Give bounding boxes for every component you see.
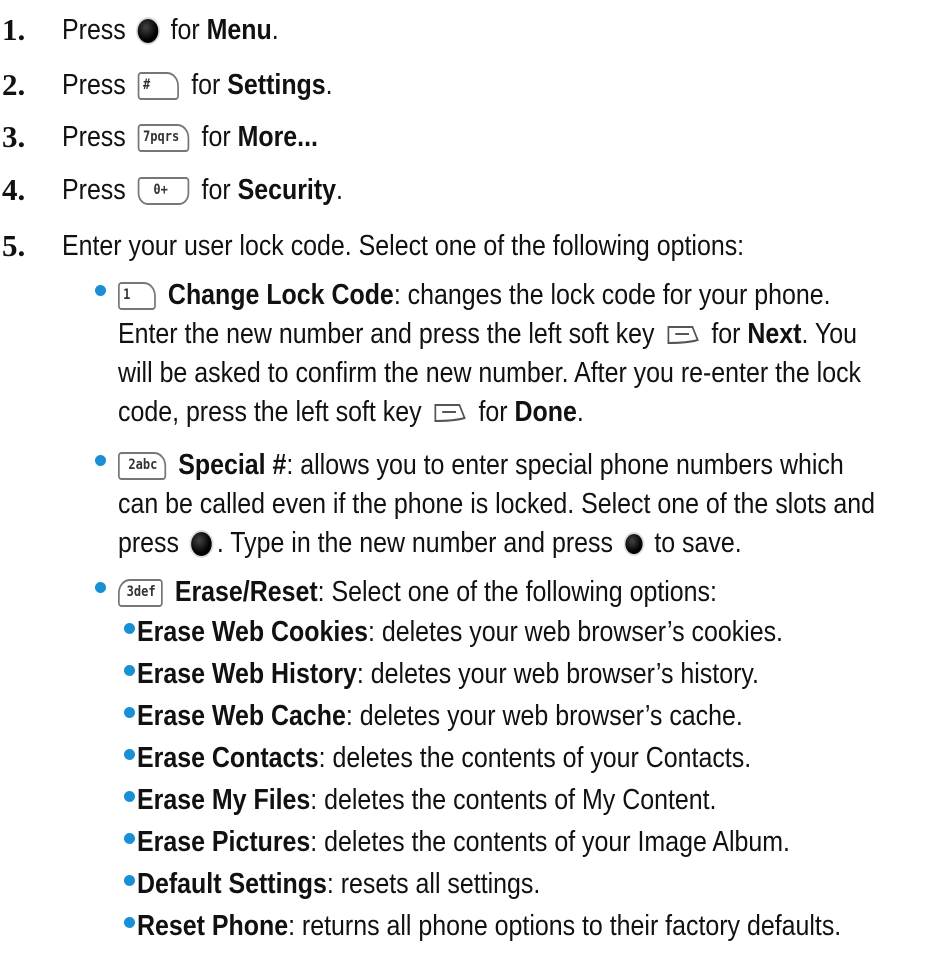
step-3: Press 7pqrs for More... bbox=[62, 121, 318, 153]
two-key-icon: 2abc bbox=[118, 452, 167, 481]
bullet bbox=[95, 455, 106, 466]
erase-option: Default Settings: resets all settings. bbox=[137, 868, 541, 900]
option-erase-reset: 3def Erase/Reset: Select one of the foll… bbox=[118, 572, 717, 612]
erase-option: Erase Contacts: deletes the contents of … bbox=[137, 742, 752, 774]
step-number: 2. bbox=[2, 67, 26, 102]
manual-page: 1. Press for Menu. 2. Press # for Settin… bbox=[0, 0, 950, 972]
sub-bullet bbox=[124, 749, 135, 760]
step-target: More... bbox=[237, 121, 318, 153]
step-target: Settings bbox=[227, 69, 326, 101]
three-key-icon: 3def bbox=[118, 579, 163, 608]
option-text: code, press the left soft key for Done. bbox=[118, 396, 584, 428]
ok-button-icon bbox=[191, 532, 212, 557]
option-text: will be asked to confirm the new number.… bbox=[118, 357, 862, 389]
erase-option: Erase Web Cache: deletes your web browse… bbox=[137, 700, 743, 732]
option-change-lock-code: 1 Change Lock Code: changes the lock cod… bbox=[118, 275, 831, 315]
step-2: Press # for Settings. bbox=[62, 69, 333, 101]
seven-key-icon: 7pqrs bbox=[137, 124, 190, 153]
erase-option: Erase Web Cookies: deletes your web brow… bbox=[137, 616, 783, 648]
step-number: 1. bbox=[2, 12, 26, 47]
option-special-number: 2abc Special #: allows you to enter spec… bbox=[118, 445, 844, 485]
sub-bullet bbox=[124, 665, 135, 676]
bullet bbox=[95, 285, 106, 296]
one-key-icon: 1 bbox=[118, 282, 156, 311]
sub-bullet bbox=[124, 833, 135, 844]
step-4: Press 0+ for Security. bbox=[62, 174, 343, 206]
step-number: 4. bbox=[2, 172, 26, 207]
bullet bbox=[95, 582, 106, 593]
sub-bullet bbox=[124, 917, 135, 928]
erase-option: Erase My Files: deletes the contents of … bbox=[137, 784, 717, 816]
erase-option: Reset Phone: returns all phone options t… bbox=[137, 910, 842, 942]
erase-option: Erase Web History: deletes your web brow… bbox=[137, 658, 759, 690]
step-number: 3. bbox=[2, 119, 26, 154]
ok-button-icon bbox=[137, 19, 159, 44]
option-text: can be called even if the phone is locke… bbox=[118, 488, 876, 520]
sub-bullet bbox=[124, 791, 135, 802]
sub-bullet bbox=[124, 875, 135, 886]
zero-key-icon: 0+ bbox=[137, 177, 190, 206]
step-5: Enter your user lock code. Select one of… bbox=[62, 230, 745, 262]
sub-bullet bbox=[124, 623, 135, 634]
ok-button-icon bbox=[625, 534, 643, 555]
left-soft-key-icon bbox=[434, 402, 467, 424]
option-text: Enter the new number and press the left … bbox=[118, 318, 857, 350]
left-soft-key-icon bbox=[667, 324, 700, 346]
step-number: 5. bbox=[2, 228, 26, 263]
step-1: Press for Menu. bbox=[62, 14, 279, 46]
step-target: Security bbox=[237, 174, 337, 206]
option-text: press . Type in the new number and press… bbox=[118, 527, 742, 559]
step-target: Menu bbox=[206, 14, 272, 46]
sub-bullet bbox=[124, 707, 135, 718]
erase-option: Erase Pictures: deletes the contents of … bbox=[137, 826, 790, 858]
pound-key-icon: # bbox=[137, 72, 180, 101]
